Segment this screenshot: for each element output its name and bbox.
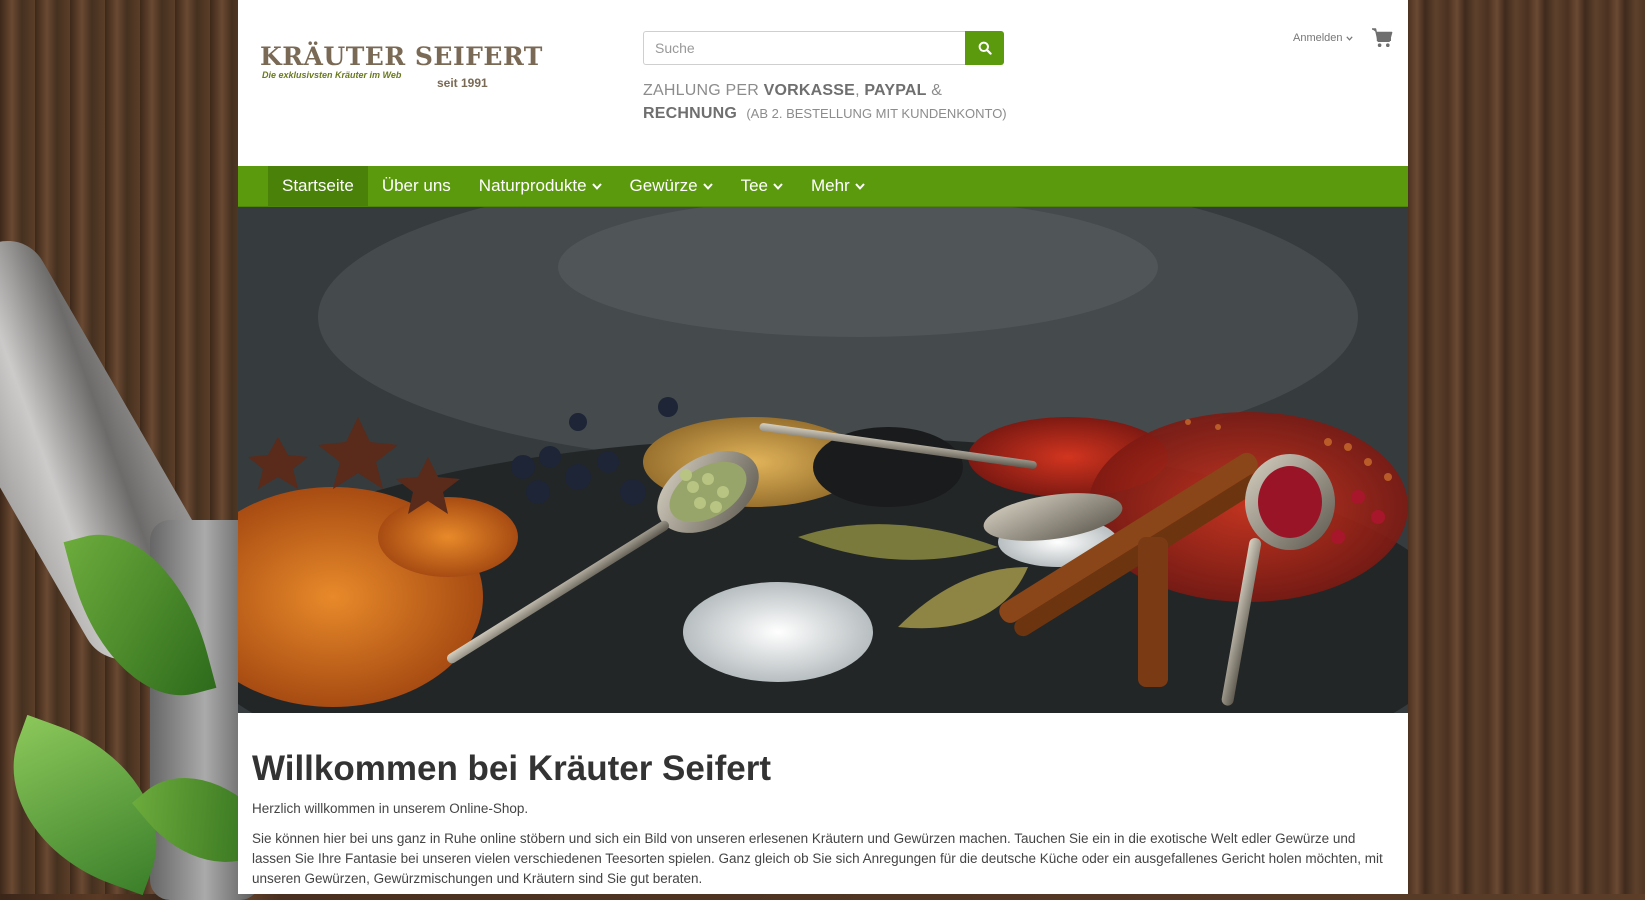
chevron-down-icon (591, 182, 602, 190)
payment-info: ZAHLUNG PER VORKASSE, PAYPAL & RECHNUNG … (643, 79, 1023, 125)
search-button[interactable] (965, 31, 1004, 65)
nav-item-label: Mehr (810, 176, 850, 195)
logo-since: seit 1991 (437, 76, 488, 90)
nav-item-gewuerze[interactable]: Gewürze (616, 166, 727, 206)
payment-separator: & (931, 82, 943, 99)
nav-item-tee[interactable]: Tee (727, 166, 797, 206)
chevron-down-icon (854, 182, 865, 190)
shopping-cart-icon[interactable] (1371, 27, 1393, 49)
search-form (643, 31, 1004, 65)
search-icon (978, 41, 992, 55)
nav-item-label: Gewürze (629, 176, 698, 195)
hero-image (238, 207, 1408, 713)
payment-method-rechnung: RECHNUNG (643, 105, 738, 122)
logo-title: KRÄUTER SEIFERT (260, 42, 543, 71)
payment-separator: , (855, 82, 860, 99)
chevron-down-icon (1345, 35, 1353, 41)
payment-method-paypal: PAYPAL (864, 82, 927, 99)
nav-item-mehr[interactable]: Mehr (797, 166, 879, 206)
hero-spices-illustration (238, 207, 1408, 713)
welcome-title: Willkommen bei Kräuter Seifert (252, 749, 771, 788)
nav-item-label: Startseite (282, 176, 354, 195)
chevron-down-icon (773, 182, 783, 190)
site-logo[interactable]: KRÄUTER SEIFERT Die exklusivsten Kräuter… (260, 42, 543, 102)
payment-note: (AB 2. BESTELLUNG MIT KUNDENKONTO) (746, 106, 1007, 121)
nav-item-label: Über uns (381, 176, 451, 195)
logo-tagline: Die exklusivsten Kräuter im Web (262, 70, 402, 80)
payment-prefix: ZAHLUNG PER (643, 82, 759, 99)
main-navigation: Startseite Über uns Naturprodukte Gewürz… (238, 166, 1408, 207)
page-container: KRÄUTER SEIFERT Die exklusivsten Kräuter… (238, 0, 1408, 894)
payment-method-vorkasse: VORKASSE (763, 82, 856, 99)
nav-item-label: Tee (740, 176, 768, 195)
nav-item-label: Naturprodukte (478, 176, 587, 195)
search-input[interactable] (643, 31, 965, 65)
nav-item-startseite[interactable]: Startseite (268, 166, 368, 206)
nav-item-ueber-uns[interactable]: Über uns (368, 166, 465, 206)
welcome-body: Sie können hier bei uns ganz in Ruhe onl… (252, 831, 1383, 886)
background-wood-right (1408, 0, 1645, 894)
nav-item-naturprodukte[interactable]: Naturprodukte (465, 166, 616, 206)
login-dropdown[interactable]: Anmelden (1293, 32, 1353, 44)
login-label: Anmelden (1293, 32, 1343, 44)
welcome-intro: Herzlich willkommen in unserem Online-Sh… (252, 801, 529, 816)
welcome-section: Willkommen bei Kräuter Seifert Herzlich … (252, 748, 1392, 889)
chevron-down-icon (702, 182, 713, 190)
